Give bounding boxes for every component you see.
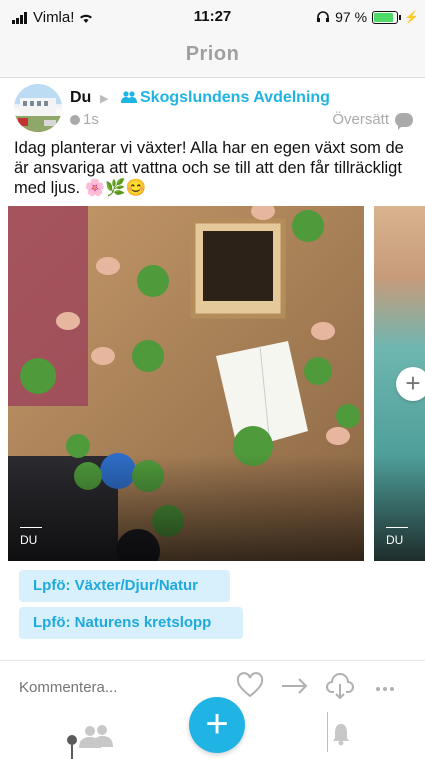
battery-tip xyxy=(399,14,402,20)
arrow-right-icon: ▶ xyxy=(100,93,109,105)
translate-label: Översätt xyxy=(332,111,389,128)
post-time: 1s xyxy=(70,111,99,128)
avatar-image xyxy=(14,84,62,132)
image-label: DU xyxy=(20,527,43,547)
more-icon[interactable] xyxy=(372,672,398,700)
group-tab-icon[interactable] xyxy=(77,724,115,748)
status-right: 97 % ⚡ xyxy=(316,9,419,25)
translate-button[interactable]: Översätt xyxy=(332,111,413,130)
page-title: Prion xyxy=(185,43,240,65)
tag-chip[interactable]: Lpfö: Naturens kretslopp xyxy=(19,607,243,639)
share-arrow-icon[interactable] xyxy=(280,672,310,700)
planting-photo xyxy=(8,206,364,561)
add-post-button[interactable]: + xyxy=(189,697,245,753)
tab-indicator xyxy=(67,735,77,745)
divider xyxy=(0,660,425,661)
post-header: Du ▶ Skogslundens Avdelning 1s Översätt xyxy=(0,78,425,138)
author-name[interactable]: Du xyxy=(70,89,91,107)
charging-icon: ⚡ xyxy=(404,10,419,24)
status-bar: Vimla! 11:27 97 % ⚡ xyxy=(0,0,425,34)
download-cloud-icon[interactable] xyxy=(325,672,355,700)
tag-chip[interactable]: Lpfö: Växter/Djur/Natur xyxy=(19,570,230,602)
time-ago: 1s xyxy=(83,111,99,128)
avatar[interactable] xyxy=(14,84,62,132)
tab-indicator-line xyxy=(71,745,73,759)
nav-bar: Prion xyxy=(0,34,425,78)
group-name[interactable]: Skogslundens Avdelning xyxy=(140,89,330,107)
post-image[interactable]: DU xyxy=(8,206,364,561)
group-icon xyxy=(121,91,137,103)
add-image-button[interactable]: + xyxy=(396,367,425,401)
post-text: Idag planterar vi växter! Alla har en eg… xyxy=(14,139,404,197)
battery-percent: 97 % xyxy=(335,9,368,25)
battery-icon xyxy=(372,10,399,24)
clock-icon xyxy=(70,114,80,125)
comment-input[interactable] xyxy=(17,678,221,697)
comment-bubble-icon xyxy=(395,112,413,130)
bell-icon[interactable] xyxy=(332,722,350,746)
heart-icon[interactable] xyxy=(235,672,265,700)
tab-separator xyxy=(327,712,328,752)
headphones-icon xyxy=(317,11,330,22)
image-label-2: DU xyxy=(386,527,409,547)
